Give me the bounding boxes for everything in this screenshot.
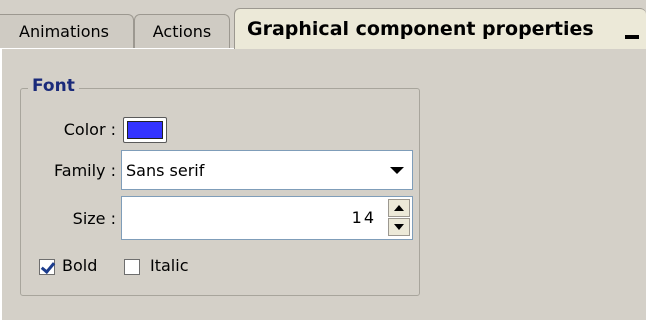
italic-checkbox[interactable] [124, 259, 140, 275]
bold-label: Bold [62, 256, 98, 275]
font-size-value: 14 [351, 208, 376, 227]
font-family-value: Sans serif [126, 160, 205, 180]
tab-bar: Animations Actions Graphical component p… [0, 0, 646, 49]
color-swatch [127, 121, 163, 139]
family-label: Family : [54, 161, 116, 180]
font-group-title: Font [28, 76, 79, 96]
tab-animations[interactable]: Animations [0, 14, 134, 48]
tab-graphical-component-properties[interactable]: Graphical component properties [234, 8, 646, 49]
tab-animations-label: Animations [19, 22, 109, 41]
chevron-down-icon[interactable] [390, 167, 404, 174]
tab-actions[interactable]: Actions [134, 14, 230, 48]
spinner-buttons [388, 199, 410, 237]
checkmark-icon [40, 258, 56, 275]
bold-checkbox[interactable] [39, 258, 56, 275]
tab-actions-label: Actions [152, 22, 212, 41]
spin-down-icon[interactable] [388, 218, 410, 236]
minimize-icon[interactable] [622, 26, 642, 46]
color-label: Color : [63, 120, 116, 139]
color-picker-button[interactable] [123, 117, 167, 143]
size-label: Size : [72, 209, 116, 228]
italic-label: Italic [150, 256, 189, 275]
tab-graphical-component-properties-label: Graphical component properties [247, 18, 594, 40]
panel-top-edge [0, 48, 234, 49]
spin-up-icon[interactable] [388, 199, 410, 217]
font-family-select[interactable]: Sans serif [121, 150, 413, 190]
font-size-spinner[interactable]: 14 [121, 196, 413, 240]
